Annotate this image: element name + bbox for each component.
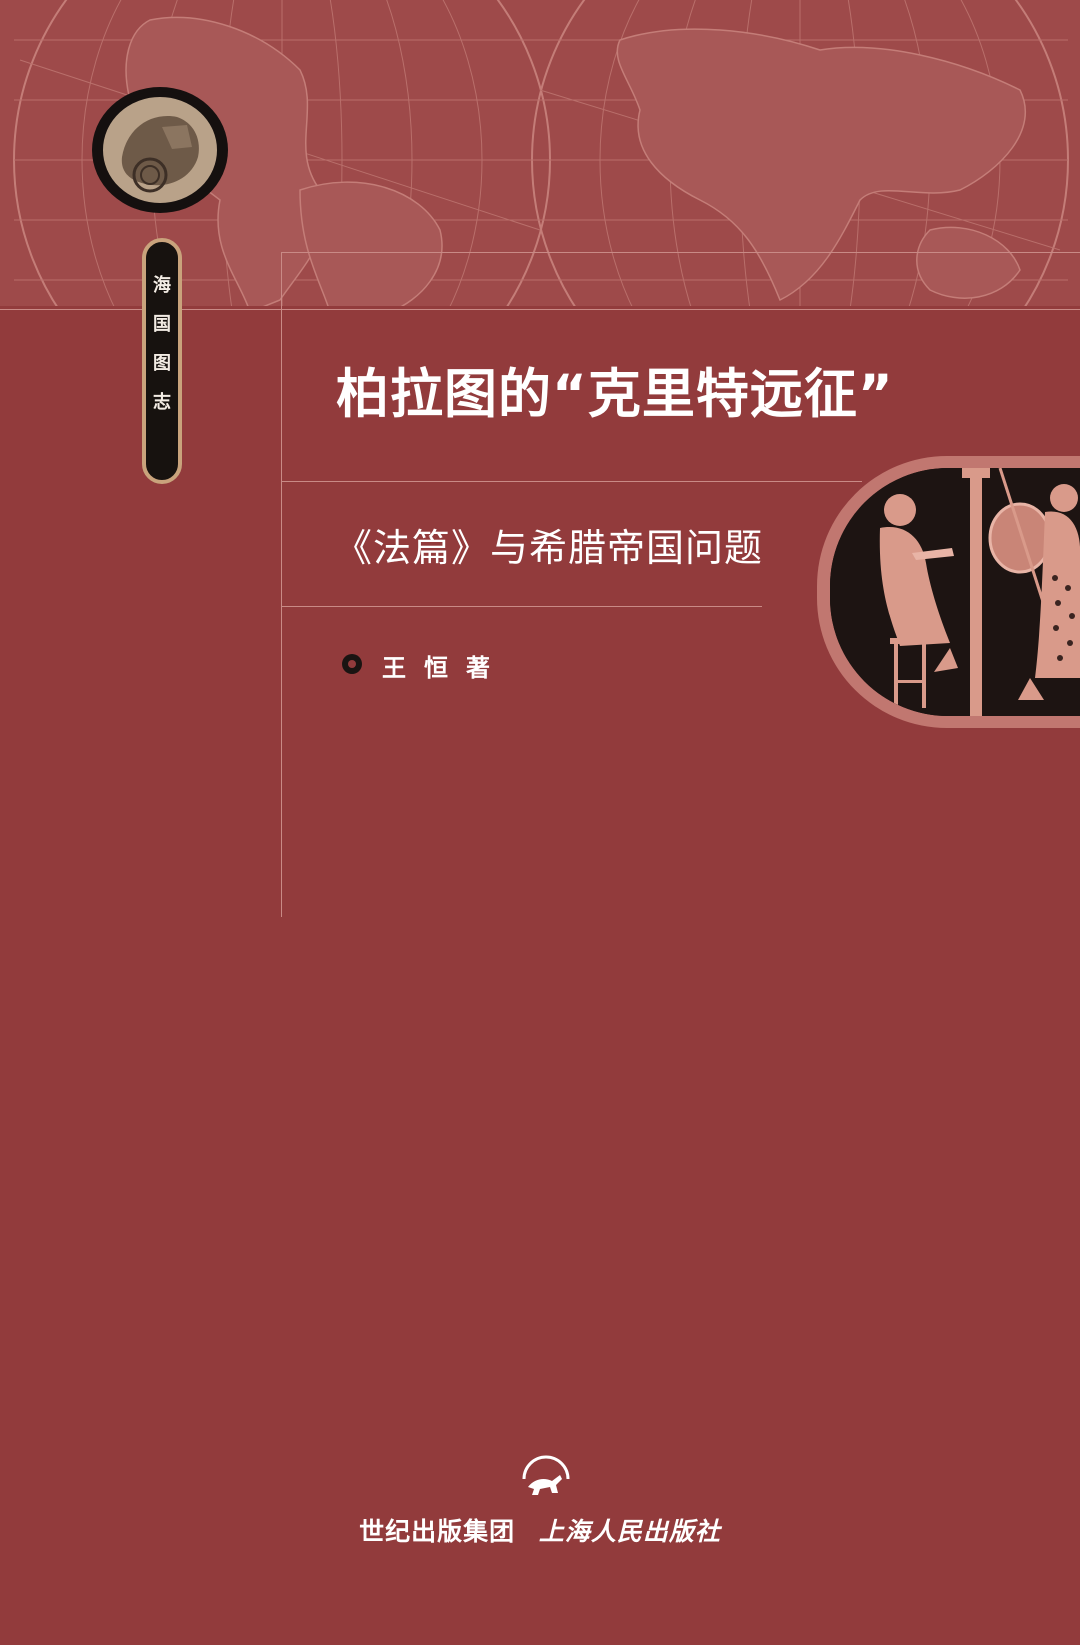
series-char: 图 — [153, 353, 171, 374]
book-title: 柏拉图的“克里特远征” — [336, 364, 894, 425]
series-char: 志 — [153, 392, 171, 413]
series-name-label: 海 国 图 志 — [142, 238, 182, 484]
series-emblem-icon — [92, 87, 228, 213]
series-char: 海 — [153, 275, 171, 296]
vertical-frame-rule — [281, 252, 282, 917]
author-bullet-icon — [342, 654, 362, 674]
publisher-imprint: 上海人民出版社 — [538, 1517, 721, 1546]
greek-vase-artwork-icon — [830, 468, 1080, 716]
publisher-line: 世纪出版集团 上海人民出版社 — [0, 1512, 1080, 1548]
book-subtitle: 《法篇》与希腊帝国问题 — [334, 526, 764, 570]
publisher-group: 世纪出版集团 — [359, 1517, 516, 1546]
publisher-logo-icon — [518, 1453, 574, 1501]
title-underline-rule — [282, 481, 862, 482]
author-name: 王恒著 — [382, 654, 508, 682]
inner-top-rule — [282, 252, 1080, 253]
subtitle-underline-rule — [282, 606, 762, 607]
series-char: 国 — [153, 314, 171, 335]
